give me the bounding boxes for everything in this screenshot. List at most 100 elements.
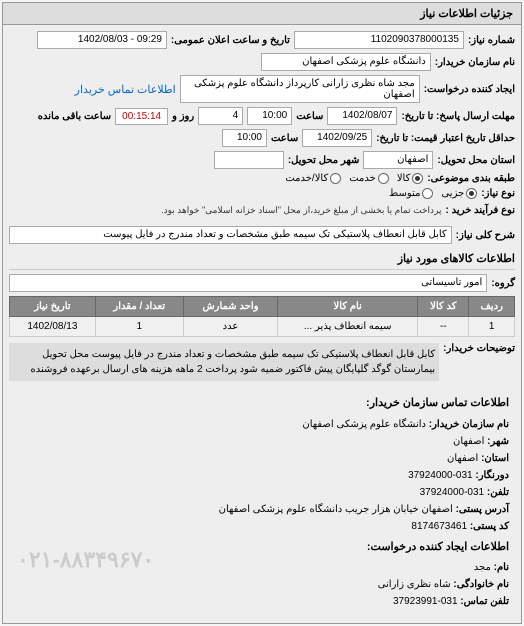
contact-tel-line: تلفن تماس: 031-37923991 <box>15 594 509 610</box>
contact-fax-label: دورنگار: <box>475 470 509 481</box>
radio-label: کالا/خدمت <box>285 173 328 184</box>
contact-province-label: استان: <box>481 453 509 464</box>
radio-label: متوسط <box>389 188 420 199</box>
cell-date: 1402/08/13 <box>10 317 96 337</box>
time-label-1: ساعت <box>296 111 323 122</box>
category-radio-group: کالا خدمت کالا/خدمت <box>285 173 423 184</box>
th-qty: تعداد / مقدار <box>95 297 183 317</box>
th-code: کد کالا <box>418 297 469 317</box>
contact-zip-label: کد پستی: <box>470 521 509 532</box>
request-no-label: شماره نیاز: <box>468 35 515 46</box>
cell-name: سیمه انعطاف پذیر ... <box>278 317 418 337</box>
buyer-contact-link[interactable]: اطلاعات تماس خریدار <box>75 83 176 96</box>
details-panel: جزئیات اطلاعات نیاز شماره نیاز: 11020903… <box>2 2 522 624</box>
goods-table: ردیف کد کالا نام کالا واحد شمارش تعداد /… <box>9 296 515 337</box>
contact-city-label: شهر: <box>487 436 509 447</box>
public-date-label: تاریخ و ساعت اعلان عمومی: <box>171 35 290 46</box>
radio-icon <box>466 188 477 199</box>
row-category: طبقه بندی موضوعی: کالا خدمت کالا/خدمت <box>9 173 515 184</box>
validity-date-value: 1402/09/25 <box>302 129 372 147</box>
contact-lastname-line: نام خانوادگی: شاه نظری زارانی <box>15 577 509 593</box>
days-value: 4 <box>198 107 243 125</box>
validity-time-value: 10:00 <box>222 129 267 147</box>
contact-postal-line: آدرس پستی: اصفهان خیابان هزار جریب دانشگ… <box>15 502 509 518</box>
type-label: نوع نیاز: <box>481 188 515 199</box>
contact-phone-label: تلفن: <box>487 487 509 498</box>
row-type: نوع نیاز: جزیی متوسط <box>9 188 515 199</box>
contact-org-line: نام سازمان خریدار: دانشگاه علوم پزشکی اص… <box>15 417 509 433</box>
contact-city-line: شهر: اصفهان <box>15 434 509 450</box>
radio-kala-khedmat[interactable]: کالا/خدمت <box>285 173 341 184</box>
radio-motavaset[interactable]: متوسط <box>389 188 433 199</box>
row-buyer-desc: توضیحات خریدار: کابل قابل انعطاف پلاستیک… <box>9 343 515 381</box>
remaining-label: ساعت باقی مانده <box>38 111 111 122</box>
watermark-phone: ۰۲۱-۸۸۳۴۹۶۷۰ <box>17 542 154 577</box>
desc-title-label: شرح کلی نیاز: <box>456 230 515 241</box>
contact-tel-value: 031-37923991 <box>393 596 458 607</box>
delivery-province-value: اصفهان <box>363 151 433 169</box>
process-label: نوع فرآیند خرید : <box>446 205 515 216</box>
response-deadline-label: مهلت ارسال پاسخ: تا تاریخ: <box>401 111 515 122</box>
days-label: روز و <box>172 111 194 122</box>
contact-fax-line: دورنگار: 031-37924000 <box>15 468 509 484</box>
process-note: پرداخت تمام یا بخشی از مبلغ خرید،از محل … <box>161 203 441 218</box>
group-value: امور تاسیساتی <box>9 274 487 292</box>
desc-title-value: کابل قابل انعطاف پلاستیکی تک سیمه طبق مش… <box>9 226 452 244</box>
table-header-row: ردیف کد کالا نام کالا واحد شمارش تعداد /… <box>10 297 515 317</box>
contact-lastname-label: نام خانوادگی: <box>453 579 509 590</box>
th-unit: واحد شمارش <box>183 297 277 317</box>
contact-org-value: دانشگاه علوم پزشکی اصفهان <box>302 419 426 430</box>
contact-phone-value: 031-37924000 <box>420 487 485 498</box>
validity-label: حداقل تاریخ اعتبار قیمت: تا تاریخ: <box>376 133 515 144</box>
row-process: نوع فرآیند خرید : پرداخت تمام یا بخشی از… <box>9 203 515 218</box>
contact-zip-line: کد پستی: 8174673461 <box>15 519 509 535</box>
radio-icon <box>422 188 433 199</box>
contact-section-title: اطلاعات تماس سازمان خریدار: <box>15 395 509 413</box>
contact-org-label: نام سازمان خریدار: <box>429 419 509 430</box>
contact-province-line: استان: اصفهان <box>15 451 509 467</box>
row-group: گروه: امور تاسیساتی <box>9 274 515 292</box>
contact-lastname-value: شاه نظری زارانی <box>378 579 451 590</box>
request-no-value: 1102090378000135 <box>294 31 464 49</box>
table-row[interactable]: 1 -- سیمه انعطاف پذیر ... عدد 1 1402/08/… <box>10 317 515 337</box>
requester-value: مجد شاه نظری زارانی کارپرداز دانشگاه علو… <box>180 75 420 103</box>
buyer-name-value: دانشگاه علوم پزشکی اصفهان <box>261 53 431 71</box>
public-date-value: 09:29 - 1402/08/03 <box>37 31 167 49</box>
delivery-province-label: استان محل تحویل: <box>437 155 515 166</box>
radio-label: کالا <box>397 173 411 184</box>
row-requester: ایجاد کننده درخواست: مجد شاه نظری زارانی… <box>9 75 515 103</box>
contact-province-value: اصفهان <box>447 453 478 464</box>
row-validity: حداقل تاریخ اعتبار قیمت: تا تاریخ: 1402/… <box>9 129 515 147</box>
response-date-value: 1402/08/07 <box>327 107 397 125</box>
contact-postal-label: آدرس پستی: <box>456 504 509 515</box>
th-idx: ردیف <box>469 297 515 317</box>
group-label: گروه: <box>491 278 515 289</box>
row-request-no: شماره نیاز: 1102090378000135 تاریخ و ساع… <box>9 31 515 49</box>
radio-kala[interactable]: کالا <box>397 173 424 184</box>
panel-header: جزئیات اطلاعات نیاز <box>3 3 521 25</box>
contact-phone-line: تلفن: 031-37924000 <box>15 485 509 501</box>
type-radio-group: جزیی متوسط <box>389 188 477 199</box>
contact-name-value: مجد <box>474 562 491 573</box>
row-delivery: استان محل تحویل: اصفهان شهر محل تحویل: <box>9 151 515 169</box>
contact-section: اطلاعات تماس سازمان خریدار: نام سازمان خ… <box>9 389 515 617</box>
radio-khedmat[interactable]: خدمت <box>349 173 389 184</box>
row-buyer: نام سازمان خریدار: دانشگاه علوم پزشکی اص… <box>9 53 515 71</box>
radio-icon <box>378 173 389 184</box>
countdown-value: 00:15:14 <box>115 108 168 125</box>
th-name: نام کالا <box>278 297 418 317</box>
buyer-desc-text: کابل قابل انعطاف پلاستیکی تک سیمه طبق مش… <box>9 343 439 381</box>
goods-section-title: اطلاعات کالاهای مورد نیاز <box>9 248 515 270</box>
radio-label: جزیی <box>441 188 464 199</box>
contact-fax-value: 031-37924000 <box>408 470 473 481</box>
radio-jozi[interactable]: جزیی <box>441 188 477 199</box>
row-response-deadline: مهلت ارسال پاسخ: تا تاریخ: 1402/08/07 سا… <box>9 107 515 125</box>
contact-postal-value: اصفهان خیابان هزار جریب دانشگاه علوم پزش… <box>219 504 453 515</box>
buyer-name-label: نام سازمان خریدار: <box>435 57 515 68</box>
delivery-city-label: شهر محل تحویل: <box>288 155 360 166</box>
buyer-desc-label: توضیحات خریدار: <box>443 343 515 354</box>
contact-name-label: نام: <box>494 562 509 573</box>
contact-city-value: اصفهان <box>453 436 484 447</box>
requester-label: ایجاد کننده درخواست: <box>424 84 515 95</box>
response-time-value: 10:00 <box>247 107 292 125</box>
